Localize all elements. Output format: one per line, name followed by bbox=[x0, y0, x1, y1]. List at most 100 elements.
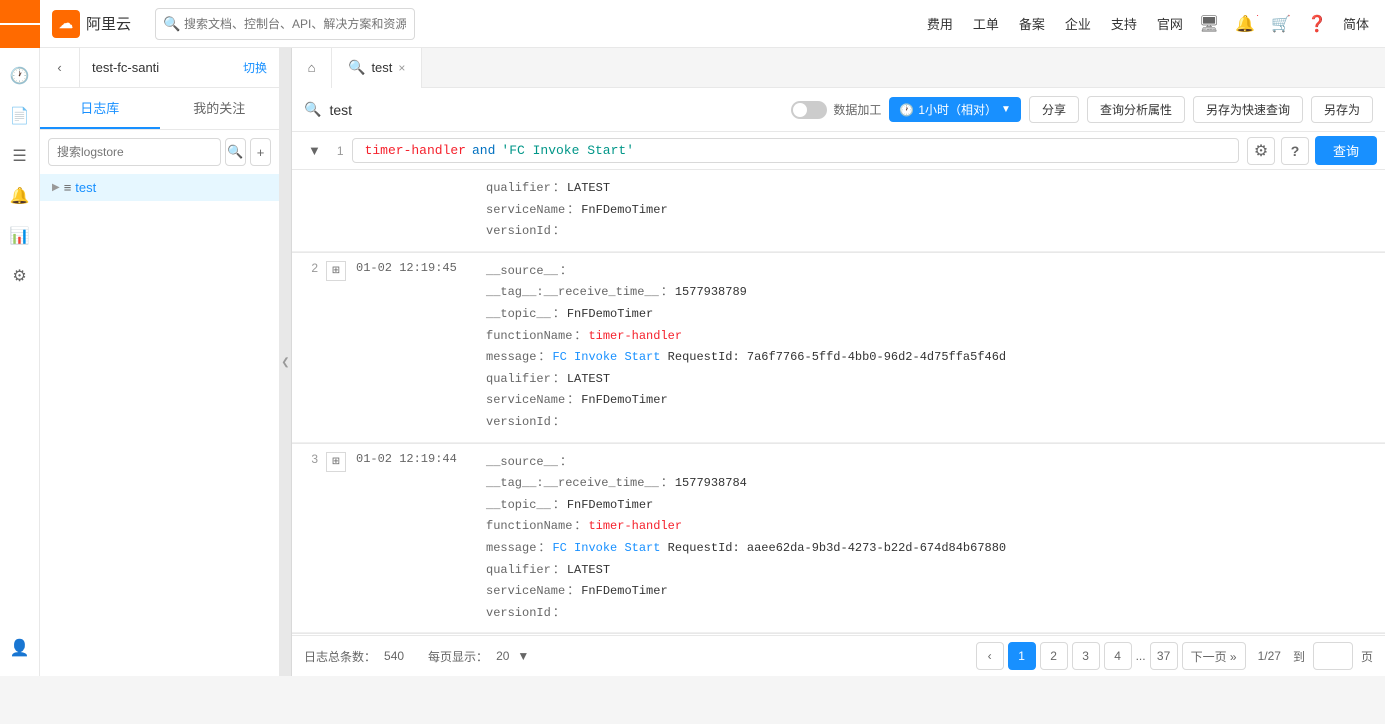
switch-button[interactable]: 切换 bbox=[231, 59, 279, 76]
sidebar-icon-analytics[interactable]: 📊 bbox=[0, 216, 40, 256]
language-switcher[interactable]: 简体 bbox=[1343, 14, 1369, 33]
log-time-2: 01-02 12:19:45 bbox=[352, 253, 482, 442]
save-button[interactable]: 另存为 bbox=[1311, 96, 1373, 123]
per-page-dropdown-icon[interactable]: ▼ bbox=[517, 649, 529, 663]
expand-icon-3[interactable]: ⊞ bbox=[326, 452, 346, 472]
nav-link-ticket[interactable]: 工单 bbox=[973, 14, 999, 33]
data-process-switch[interactable] bbox=[791, 101, 827, 119]
query-tab[interactable]: 🔍 test × bbox=[332, 48, 422, 88]
logstore-search: 🔍 + bbox=[40, 130, 279, 174]
page-button-1[interactable]: 1 bbox=[1008, 642, 1036, 670]
sidebar-icon-clock[interactable]: 🕐 bbox=[0, 56, 40, 96]
log-time bbox=[352, 170, 482, 251]
nav-link-enterprise[interactable]: 企业 bbox=[1065, 14, 1091, 33]
share-button[interactable]: 分享 bbox=[1029, 96, 1079, 123]
back-button[interactable]: ‹ bbox=[40, 48, 80, 88]
expand-all-button[interactable]: ▼ bbox=[300, 139, 329, 162]
log-row-2: 2 ⊞ 01-02 12:19:45 __source__： __tag__:_… bbox=[292, 252, 1385, 443]
logstore-search-input[interactable] bbox=[48, 138, 221, 166]
log-row-3: 3 ⊞ 01-02 12:19:44 __source__： __tag__:_… bbox=[292, 443, 1385, 634]
logstore-item-test[interactable]: ▶ ≡ test bbox=[40, 174, 279, 201]
main-layout: 🕐 📄 ☰ 🔔 📊 ⚙ 👤 ‹ test-fc-santi 切换 日志库 我的关… bbox=[0, 48, 1385, 676]
logstore-add-button[interactable]: + bbox=[250, 138, 271, 166]
global-search-input[interactable] bbox=[155, 8, 415, 40]
tab-close-button[interactable]: × bbox=[398, 61, 405, 75]
nav-links: 费用 工单 备案 企业 支持 官网 bbox=[927, 14, 1183, 33]
log-num-3: 3 bbox=[292, 444, 322, 633]
save-quick-button[interactable]: 另存为快速查询 bbox=[1193, 96, 1303, 123]
log-content-2: __source__： __tag__:__receive_time__：157… bbox=[482, 253, 1385, 442]
per-page-label: 每页显示： bbox=[428, 648, 488, 665]
search-row-actions: ⚙ ? 查询 bbox=[1247, 136, 1377, 165]
tab-label: test bbox=[371, 60, 392, 75]
logstore-name: test bbox=[75, 180, 96, 195]
page-button-3[interactable]: 3 bbox=[1072, 642, 1100, 670]
home-tab[interactable]: ⌂ bbox=[292, 48, 332, 88]
total-count: 540 bbox=[384, 649, 404, 663]
prev-page-button[interactable]: ‹ bbox=[976, 642, 1004, 670]
sidebar-icon-help[interactable]: 👤 bbox=[0, 628, 40, 668]
goto-page-input[interactable] bbox=[1313, 642, 1353, 670]
sidebar-icon-list[interactable]: ☰ bbox=[0, 136, 40, 176]
tab-my-watch[interactable]: 我的关注 bbox=[160, 88, 280, 129]
help-button[interactable]: ? bbox=[1281, 137, 1309, 165]
log-content: qualifier：LATEST serviceName：FnFDemoTime… bbox=[482, 170, 1385, 251]
page-info: 1/27 bbox=[1258, 649, 1281, 663]
nav-icons: 🖥 🔔· 🛒 ❓ 简体 bbox=[1199, 14, 1369, 34]
field-value: FnFDemoTimer bbox=[581, 203, 667, 217]
chevron-down-icon: ▼ bbox=[1001, 104, 1011, 115]
ellipsis: ... bbox=[1136, 649, 1146, 663]
nav-link-fee[interactable]: 费用 bbox=[927, 14, 953, 33]
log-content-3: __source__： __tag__:__receive_time__：157… bbox=[482, 444, 1385, 633]
query-input[interactable]: timer-handler and 'FC Invoke Start' bbox=[352, 138, 1239, 163]
log-expand-3[interactable]: ⊞ bbox=[322, 444, 352, 633]
query-title: test bbox=[329, 102, 352, 118]
settings-button[interactable]: ⚙ bbox=[1247, 137, 1275, 165]
field-name: versionId bbox=[486, 224, 551, 238]
help-icon[interactable]: ❓ bbox=[1307, 14, 1327, 34]
main-content: ⌂ 🔍 test × 🔍 test 数据加工 🕐 1小时（相对） ▼ bbox=[292, 48, 1385, 676]
nav-link-beian[interactable]: 备案 bbox=[1019, 14, 1045, 33]
sidebar-icon-settings[interactable]: ⚙ bbox=[0, 256, 40, 296]
page-button-last[interactable]: 37 bbox=[1150, 642, 1178, 670]
log-num-2: 2 bbox=[292, 253, 322, 442]
menu-button[interactable] bbox=[0, 0, 40, 48]
monitor-icon[interactable]: 🖥 bbox=[1199, 14, 1219, 34]
log-row-1-partial: qualifier：LATEST serviceName：FnFDemoTime… bbox=[292, 170, 1385, 252]
log-expand-2[interactable]: ⊞ bbox=[322, 253, 352, 442]
bell-icon[interactable]: 🔔· bbox=[1235, 14, 1255, 34]
query-and: and bbox=[472, 143, 495, 158]
next-page-button[interactable]: 下一页 » bbox=[1182, 642, 1246, 670]
panel-title: test-fc-santi bbox=[80, 60, 231, 75]
tab-logstore[interactable]: 日志库 bbox=[40, 88, 160, 129]
query-keyword: timer-handler bbox=[365, 143, 466, 158]
time-selector[interactable]: 🕐 1小时（相对） ▼ bbox=[889, 97, 1021, 122]
logo-icon: ☁ bbox=[52, 10, 80, 38]
nav-link-official[interactable]: 官网 bbox=[1157, 14, 1183, 33]
left-panel-tabs: 日志库 我的关注 bbox=[40, 88, 279, 130]
function-name-highlight: timer-handler bbox=[588, 519, 682, 533]
search-execute-button[interactable]: 查询 bbox=[1315, 136, 1377, 165]
sidebar-icon-document[interactable]: 📄 bbox=[0, 96, 40, 136]
data-process-toggle: 数据加工 bbox=[791, 101, 881, 119]
log-num bbox=[292, 170, 322, 251]
page-button-2[interactable]: 2 bbox=[1040, 642, 1068, 670]
panel-header: ‹ test-fc-santi 切换 bbox=[40, 48, 280, 88]
collapse-panel[interactable]: ❮ bbox=[280, 48, 292, 676]
expand-icon-2[interactable]: ⊞ bbox=[326, 261, 346, 281]
nav-link-support[interactable]: 支持 bbox=[1111, 14, 1137, 33]
sidebar-icon-alert[interactable]: 🔔 bbox=[0, 176, 40, 216]
log-expand bbox=[322, 170, 352, 251]
logstore-icon: ≡ bbox=[64, 180, 72, 195]
goto-page-unit: 页 bbox=[1361, 648, 1373, 665]
analyze-button[interactable]: 查询分析属性 bbox=[1087, 96, 1185, 123]
logstore-search-button[interactable]: 🔍 bbox=[225, 138, 246, 166]
message-highlight: FC Invoke Start bbox=[552, 541, 660, 555]
left-panel: 日志库 我的关注 🔍 + ▶ ≡ test bbox=[40, 88, 280, 676]
page-button-4[interactable]: 4 bbox=[1104, 642, 1132, 670]
query-bar: 🔍 test 数据加工 🕐 1小时（相对） ▼ 分享 查询分析属性 另存为快速查… bbox=[292, 88, 1385, 132]
cart-icon[interactable]: 🛒 bbox=[1271, 14, 1291, 34]
message-highlight: FC Invoke Start bbox=[552, 350, 660, 364]
chevron-right-icon: ▶ bbox=[52, 182, 60, 193]
data-process-label: 数据加工 bbox=[833, 101, 881, 118]
